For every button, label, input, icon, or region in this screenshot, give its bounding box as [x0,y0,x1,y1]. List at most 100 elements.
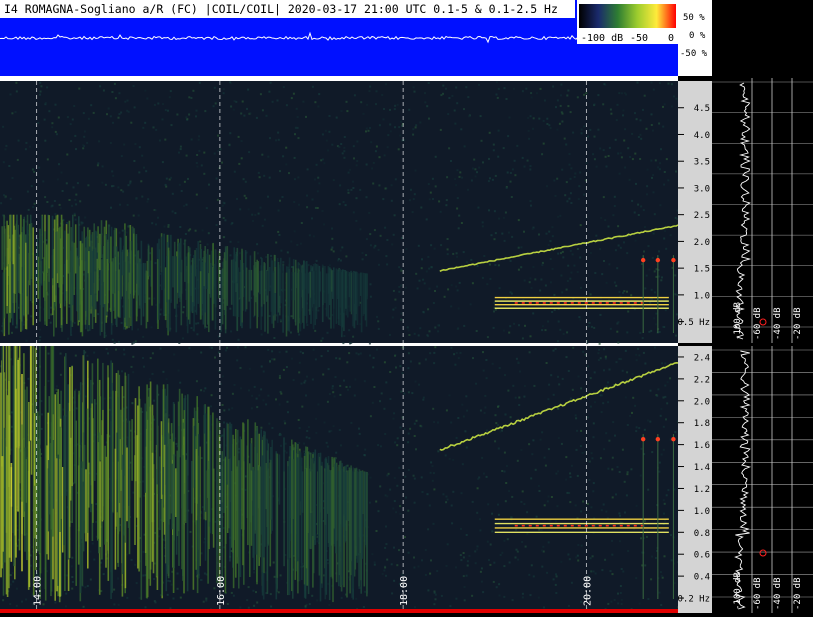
noise-pixel [599,248,602,251]
noise-pixel [210,394,213,397]
noise-pixel [507,135,510,138]
noise-pixel [80,221,83,224]
noise-pixel [497,87,500,90]
noise-pixel [117,577,120,580]
emission-streak [163,444,166,535]
noise-pixel [288,172,290,175]
noise-pixel [44,139,47,142]
noise-pixel [488,559,490,562]
noise-pixel [352,187,355,189]
emission-streak [209,262,212,298]
noise-pixel [646,529,649,532]
noise-pixel [634,152,637,155]
noise-pixel [188,113,191,116]
noise-pixel [290,240,293,243]
noise-pixel [663,512,665,515]
noise-pixel [521,90,524,93]
noise-pixel [489,563,492,566]
noise-pixel [42,180,45,183]
noise-pixel [242,178,245,181]
noise-pixel [593,326,596,329]
noise-pixel [494,232,497,235]
emission-streak [103,226,106,305]
noise-pixel [267,348,270,351]
noise-pixel [115,348,117,351]
noise-pixel [494,440,497,443]
noise-pixel [624,396,627,399]
noise-pixel [436,570,439,572]
noise-pixel [284,422,287,425]
spectrum-panel-lower [712,346,813,613]
noise-pixel [231,222,234,225]
noise-pixel [15,587,18,590]
emission-streak [94,399,96,481]
noise-pixel [113,82,116,85]
noise-pixel [489,543,492,546]
noise-pixel [663,502,666,505]
emission-streak [311,270,313,311]
noise-pixel [317,105,320,108]
noise-pixel [572,131,575,134]
noise-pixel [327,149,330,152]
emission-streak [339,461,341,547]
noise-pixel [179,596,182,599]
noise-pixel [353,94,356,97]
noise-pixel [414,126,417,129]
noise-pixel [386,263,389,266]
emission-streak [54,394,56,601]
noise-pixel [332,391,335,394]
emission-streak [349,272,352,312]
noise-pixel [165,177,168,180]
noise-pixel [525,87,528,90]
noise-pixel [430,559,432,562]
noise-pixel [199,240,202,243]
noise-pixel [397,148,400,151]
noise-pixel [187,177,189,180]
emission-streak [138,259,140,296]
emission-spot [655,436,661,442]
noise-pixel [631,132,634,135]
noise-pixel [456,102,459,105]
noise-pixel [495,586,498,589]
emission-streak [347,271,349,318]
noise-pixel [470,179,473,182]
noise-pixel [253,571,256,574]
noise-pixel [307,426,310,429]
noise-pixel [491,530,494,533]
emission-streak [118,374,121,503]
noise-pixel [165,378,168,381]
emission-streak [291,271,294,301]
noise-pixel [178,151,180,154]
noise-pixel [528,443,531,446]
emission-spot [640,257,646,263]
noise-pixel [159,308,162,311]
noise-pixel [126,553,129,556]
noise-pixel [314,206,317,209]
noise-pixel [421,491,424,493]
emission-streak [335,268,338,324]
noise-pixel [460,559,463,562]
noise-pixel [454,363,457,366]
noise-pixel [277,131,280,134]
noise-pixel [466,560,469,563]
noise-pixel [530,287,533,289]
noise-pixel [375,530,378,532]
noise-pixel [355,197,358,200]
noise-pixel [153,103,156,106]
noise-pixel [385,83,387,86]
noise-pixel [17,139,20,142]
noise-pixel [528,573,531,576]
noise-pixel [660,408,663,410]
noise-pixel [51,122,54,125]
noise-pixel [298,427,301,429]
noise-pixel [446,238,449,240]
noise-pixel [196,165,199,168]
noise-pixel [646,168,649,171]
noise-pixel [662,125,665,128]
emission-streak [116,246,118,327]
noise-pixel [567,553,570,556]
noise-pixel [393,546,395,549]
noise-pixel [658,331,661,333]
noise-pixel [235,100,238,103]
noise-pixel [529,200,532,203]
